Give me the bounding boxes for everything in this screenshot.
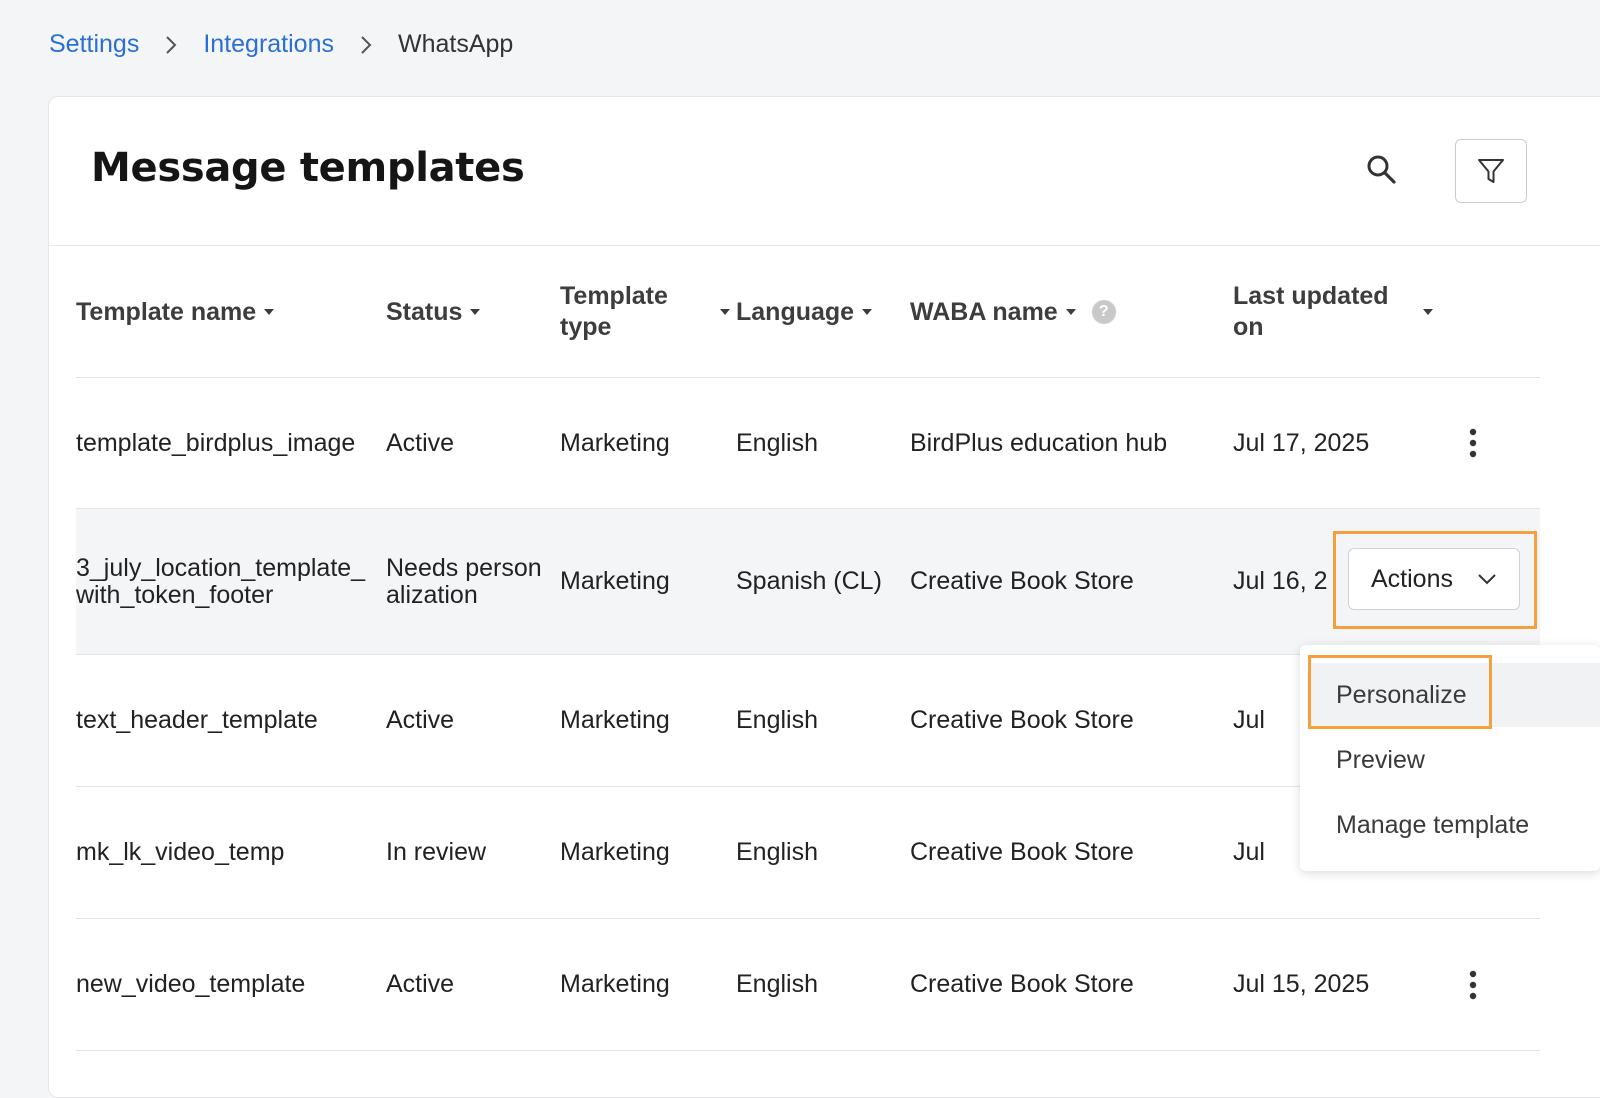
language: English (736, 786, 910, 919)
card-header: Message templates (49, 97, 1600, 246)
sort-caret-icon (264, 309, 275, 315)
last-updated: Jul 17, 2025 (1233, 428, 1370, 457)
breadcrumb: Settings Integrations WhatsApp (49, 30, 513, 59)
template-name: mk_lk_video_temp (76, 786, 386, 919)
breadcrumb-settings-link[interactable]: Settings (49, 30, 139, 59)
status-badge: Active (386, 654, 560, 787)
template-type: Marketing (560, 654, 736, 787)
last-updated-cell: Jul 15, 2025 (1233, 918, 1540, 1051)
sort-caret-icon (470, 309, 481, 315)
col-header-waba-name[interactable]: WABA name ? (910, 247, 1233, 378)
actions-button-label: Actions (1371, 564, 1453, 593)
more-actions-button[interactable] (1453, 965, 1493, 1005)
search-icon (1367, 155, 1396, 184)
waba-name: Creative Book Store (910, 918, 1233, 1051)
status-badge: Active (386, 918, 560, 1051)
template-type: Marketing (560, 508, 736, 655)
template-type: Marketing (560, 918, 736, 1051)
sort-caret-icon (1423, 309, 1433, 315)
status-badge: Active (386, 377, 560, 509)
template-type: Marketing (560, 377, 736, 509)
breadcrumb-integrations-link[interactable]: Integrations (203, 30, 334, 59)
template-name: text_header_template (76, 654, 386, 787)
language: English (736, 918, 910, 1051)
template-name: new_video_template (76, 918, 386, 1051)
chevron-right-icon (352, 31, 380, 59)
actions-button[interactable]: Actions (1348, 548, 1520, 610)
status-badge: In review (386, 786, 560, 919)
search-button[interactable] (1361, 149, 1401, 189)
table-row[interactable]: template_birdplus_image Active Marketing… (76, 377, 1540, 509)
more-actions-button[interactable] (1453, 423, 1493, 463)
language: English (736, 377, 910, 509)
status-badge: Needs personalization (386, 508, 560, 655)
chevron-down-icon (1478, 574, 1496, 585)
template-name: template_birdplus_image (76, 377, 386, 509)
waba-name: Creative Book Store (910, 508, 1233, 655)
table-row[interactable]: new_video_template Active Marketing Engl… (76, 918, 1540, 1051)
last-updated: Jul 15, 2025 (1233, 970, 1370, 998)
filter-icon (1478, 159, 1504, 183)
col-header-template-type[interactable]: Template type (560, 247, 736, 378)
language: Spanish (CL) (736, 508, 910, 655)
waba-name: BirdPlus education hub (910, 377, 1233, 509)
waba-name: Creative Book Store (910, 654, 1233, 787)
actions-dropdown-menu: Personalize Preview Manage template (1300, 645, 1600, 871)
menu-item-preview[interactable]: Preview (1336, 746, 1425, 775)
filter-button[interactable] (1455, 139, 1527, 203)
sort-caret-icon (862, 309, 873, 315)
help-icon[interactable]: ? (1091, 300, 1116, 324)
col-header-last-updated[interactable]: Last updated on (1233, 247, 1540, 378)
menu-item-personalize[interactable]: Personalize (1336, 681, 1467, 710)
breadcrumb-current: WhatsApp (397, 30, 514, 58)
language: English (736, 654, 910, 787)
more-vertical-icon (1469, 428, 1477, 458)
menu-item-manage-template[interactable]: Manage template (1336, 811, 1529, 840)
waba-name: Creative Book Store (910, 786, 1233, 919)
col-header-template-name[interactable]: Template name (76, 247, 386, 378)
sort-caret-icon (1065, 309, 1076, 315)
col-header-status[interactable]: Status (386, 247, 560, 378)
chevron-right-icon (157, 31, 185, 59)
table-header-row: Template name Status Template type Langua… (76, 247, 1540, 378)
sort-caret-icon (720, 309, 730, 315)
page-title: Message templates (91, 145, 525, 191)
table-row[interactable]: 3_july_location_template_with_token_foot… (76, 508, 1540, 655)
more-vertical-icon (1469, 970, 1477, 999)
template-name: 3_july_location_template_with_token_foot… (76, 508, 386, 655)
last-updated-cell: Jul 17, 2025 (1233, 377, 1540, 509)
col-header-language[interactable]: Language (736, 247, 910, 378)
template-type: Marketing (560, 786, 736, 919)
